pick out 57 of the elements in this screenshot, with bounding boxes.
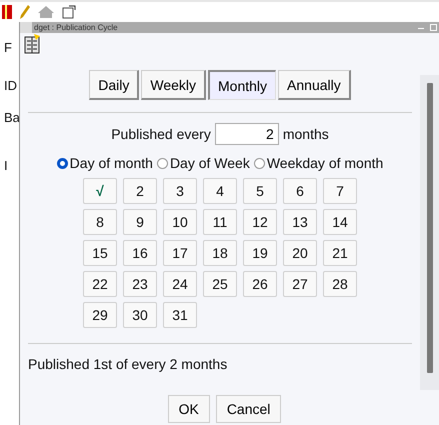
house-icon[interactable] <box>38 6 54 18</box>
radio-icon[interactable] <box>56 158 68 168</box>
day-button[interactable]: 5 <box>243 178 277 204</box>
day-button[interactable]: 19 <box>243 240 277 266</box>
day-button[interactable]: 22 <box>83 271 117 297</box>
day-button[interactable]: 7 <box>323 178 357 204</box>
day-button[interactable]: 2 <box>123 178 157 204</box>
interval-field[interactable]: 2 <box>214 123 279 145</box>
day-button[interactable]: 30 <box>123 302 157 328</box>
day-button[interactable]: 16 <box>123 240 157 266</box>
day-button[interactable]: 31 <box>163 302 197 328</box>
day-button[interactable]: 10 <box>163 209 197 235</box>
radio-option[interactable]: Day of month <box>56 155 153 171</box>
day-button[interactable]: 28 <box>323 271 357 297</box>
day-button[interactable]: 18 <box>203 240 237 266</box>
field-label: ID <box>4 77 17 95</box>
summary-text: Published 1st of every 2 months <box>28 356 228 372</box>
radio-option[interactable]: Day of Week <box>156 155 250 171</box>
day-button[interactable]: 23 <box>123 271 157 297</box>
day-button[interactable]: 12 <box>243 209 277 235</box>
day-button[interactable]: 9 <box>123 209 157 235</box>
field-label: I <box>4 157 8 175</box>
day-button[interactable]: 3 <box>163 178 197 204</box>
maximize-icon[interactable] <box>430 24 437 31</box>
window-title: dget : Publication Cycle <box>34 22 119 33</box>
day-button[interactable]: 26 <box>243 271 277 297</box>
book-icon[interactable] <box>2 4 12 20</box>
day-button[interactable]: 29 <box>83 302 117 328</box>
dialog-button[interactable]: OK <box>168 395 210 423</box>
day-button[interactable]: 24 <box>163 271 197 297</box>
day-button[interactable]: 15 <box>83 240 117 266</box>
radio-icon[interactable] <box>156 158 168 168</box>
interval-label: Published every <box>111 126 211 142</box>
day-button[interactable]: 14 <box>323 209 357 235</box>
dialog-button[interactable]: Cancel <box>216 395 282 423</box>
day-button[interactable]: 27 <box>283 271 317 297</box>
tab[interactable]: Weekly <box>141 70 206 100</box>
day-button[interactable]: 8 <box>83 209 117 235</box>
tab[interactable]: Daily <box>89 70 140 100</box>
radio-icon[interactable] <box>254 158 265 168</box>
calendar-book-icon <box>24 34 40 54</box>
radio-option[interactable]: Weekday of month <box>254 155 384 171</box>
pencil-icon[interactable] <box>20 5 30 19</box>
day-button[interactable]: 6 <box>283 178 317 204</box>
day-button[interactable]: √ <box>83 178 117 204</box>
tab[interactable]: Monthly <box>208 70 276 100</box>
day-button[interactable]: 20 <box>283 240 317 266</box>
day-button[interactable]: 4 <box>203 178 237 204</box>
field-label: F <box>4 39 12 57</box>
day-button[interactable]: 13 <box>283 209 317 235</box>
day-button[interactable]: 21 <box>323 240 357 266</box>
interval-unit: months <box>282 126 329 142</box>
day-button[interactable]: 11 <box>203 209 237 235</box>
day-button[interactable]: 25 <box>203 271 237 297</box>
tab[interactable]: Annually <box>278 70 351 100</box>
day-button[interactable]: 17 <box>163 240 197 266</box>
field-label: Ba <box>4 109 20 127</box>
